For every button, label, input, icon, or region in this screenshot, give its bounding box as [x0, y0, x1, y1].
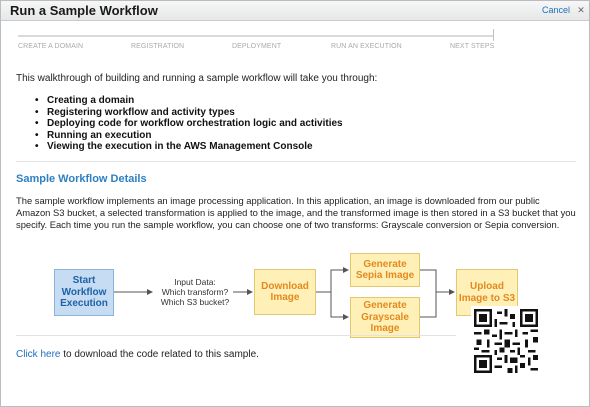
download-code-link[interactable]: Click here — [16, 349, 60, 360]
intro-text: This walkthrough of building and running… — [16, 73, 378, 84]
dialog-title-bar: Run a Sample Workflow Cancel ✕ — [1, 1, 589, 21]
section-divider — [16, 335, 456, 336]
bullet-item: Deploying code for workflow orchestratio… — [35, 118, 343, 130]
bullet-item: Creating a domain — [35, 95, 343, 107]
section-divider — [16, 161, 576, 162]
generate-grayscale-image-box: Generate Grayscale Image — [350, 297, 420, 338]
generate-sepia-image-box: Generate Sepia Image — [350, 253, 420, 287]
sample-workflow-dialog: Run a Sample Workflow Cancel ✕ CREATE A … — [0, 0, 590, 407]
qr-code-image — [471, 306, 541, 376]
dialog-footer — [1, 379, 589, 407]
download-code-text: Click here to download the code related … — [16, 349, 259, 360]
section-title-sample-workflow-details: Sample Workflow Details — [16, 173, 147, 185]
bullet-item: Running an execution — [35, 130, 343, 142]
dialog-title: Run a Sample Workflow — [10, 3, 158, 18]
bullet-item: Registering workflow and activity types — [35, 107, 343, 119]
input-data-line: Input Data: — [174, 277, 216, 287]
step-progress-end-marker — [493, 29, 494, 41]
start-workflow-execution-box: Start Workflow Execution — [54, 269, 114, 316]
input-data-line: Which S3 bucket? — [160, 297, 230, 307]
cancel-link[interactable]: Cancel — [542, 5, 570, 15]
step-next-steps: NEXT STEPS — [450, 43, 495, 50]
workflow-description: The sample workflow implements an image … — [16, 195, 576, 230]
input-data-line: Which transform? — [161, 287, 229, 297]
step-registration: REGISTRATION — [131, 43, 185, 50]
walkthrough-bullet-list: Creating a domain Registering workflow a… — [35, 95, 343, 153]
download-image-box: Download Image — [254, 269, 316, 315]
input-data-label: Input Data: Which transform? Which S3 bu… — [154, 277, 236, 307]
step-run-execution: RUN AN EXECUTION — [331, 43, 402, 50]
download-code-rest: to download the code related to this sam… — [60, 349, 259, 360]
step-deployment: DEPLOYMENT — [232, 43, 282, 50]
step-progress-track — [18, 35, 493, 37]
step-create-domain: CREATE A DOMAIN — [18, 43, 84, 50]
close-icon[interactable]: ✕ — [575, 4, 587, 16]
bullet-item: Viewing the execution in the AWS Managem… — [35, 141, 343, 153]
